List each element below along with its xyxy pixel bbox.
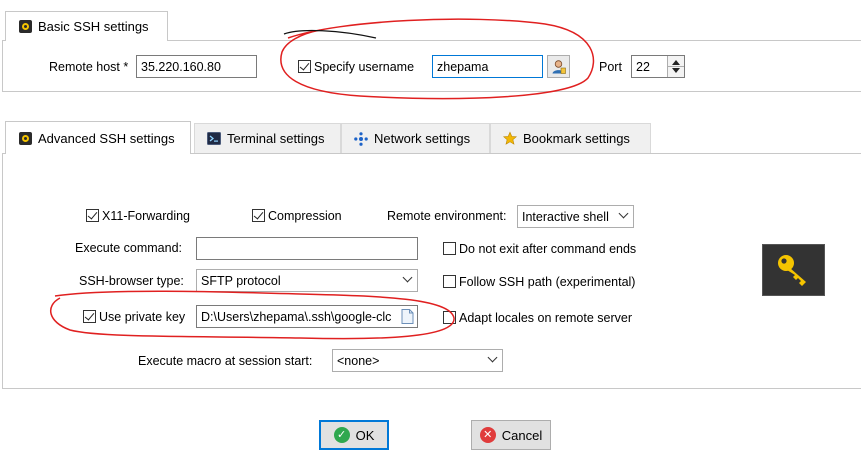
ssh-browser-type-select[interactable]: SFTP protocol <box>196 269 418 292</box>
cancel-x-icon: ✕ <box>479 427 496 443</box>
tab-label: Terminal settings <box>227 131 325 146</box>
checkmark-icon: ✓ <box>333 427 350 443</box>
x11-forwarding-checkbox[interactable] <box>86 209 99 222</box>
port-spinner[interactable] <box>667 56 684 77</box>
spinner-down-icon[interactable] <box>672 68 680 73</box>
tab-bookmark-settings[interactable]: Bookmark settings <box>490 123 651 153</box>
key-icon <box>18 20 32 34</box>
compression-checkbox[interactable] <box>252 209 265 222</box>
tab-label: Bookmark settings <box>523 131 630 146</box>
cancel-label: Cancel <box>501 427 543 443</box>
spinner-up-icon[interactable] <box>672 60 680 65</box>
remote-environment-select[interactable]: Interactive shell <box>517 205 634 228</box>
ssh-browser-type-label: SSH-browser type: <box>79 274 184 288</box>
remote-host-input[interactable]: 35.220.160.80 <box>136 55 257 78</box>
execute-command-label: Execute command: <box>75 241 182 255</box>
tab-label: Network settings <box>374 131 471 146</box>
big-key-icon <box>762 244 825 296</box>
adapt-locales-checkbox[interactable] <box>443 311 456 324</box>
black-scribble <box>283 29 377 39</box>
chevron-down-icon <box>618 208 629 219</box>
tab-network-settings[interactable]: Network settings <box>341 123 490 153</box>
user-icon[interactable] <box>547 55 570 78</box>
port-label: Port <box>599 60 622 74</box>
x11-forwarding-label: X11-Forwarding <box>102 209 191 223</box>
follow-ssh-path-label: Follow SSH path (experimental) <box>459 275 636 289</box>
port-input[interactable]: 22 <box>631 55 685 78</box>
specify-username-label: Specify username <box>314 60 415 74</box>
chevron-down-icon <box>487 352 498 363</box>
ok-label: OK <box>355 427 375 443</box>
network-icon <box>354 131 368 146</box>
adapt-locales-label: Adapt locales on remote server <box>459 311 633 325</box>
tab-label: Basic SSH settings <box>38 19 149 34</box>
execute-macro-label: Execute macro at session start: <box>138 354 313 368</box>
remote-environment-label: Remote environment: <box>387 209 507 223</box>
follow-ssh-path-checkbox[interactable] <box>443 275 456 288</box>
port-value: 22 <box>636 60 650 74</box>
username-input[interactable]: zhepama <box>432 55 543 78</box>
tab-advanced-ssh-settings[interactable]: Advanced SSH settings <box>5 121 191 154</box>
tab-terminal-settings[interactable]: Terminal settings <box>194 123 341 153</box>
compression-label: Compression <box>268 209 342 223</box>
tab-basic-ssh-settings[interactable]: Basic SSH settings <box>5 11 168 41</box>
private-key-input[interactable]: D:\Users\zhepama\.ssh\google-clc <box>196 305 418 328</box>
use-private-key-label: Use private key <box>99 310 186 324</box>
do-not-exit-checkbox[interactable] <box>443 242 456 255</box>
tab-label: Advanced SSH settings <box>38 130 175 146</box>
specify-username-checkbox[interactable] <box>298 60 311 73</box>
execute-macro-select[interactable]: <none> <box>332 349 503 372</box>
chevron-down-icon <box>402 272 413 283</box>
ok-button[interactable]: ✓ OK <box>319 420 389 450</box>
file-browse-icon[interactable] <box>401 309 414 324</box>
remote-host-label: Remote host * <box>49 60 129 74</box>
private-key-path: D:\Users\zhepama\.ssh\google-clc <box>201 310 392 324</box>
ssh-browser-type-value: SFTP protocol <box>201 274 281 288</box>
star-icon <box>503 131 517 146</box>
use-private-key-checkbox[interactable] <box>83 310 96 323</box>
do-not-exit-label: Do not exit after command ends <box>459 242 637 256</box>
execute-macro-value: <none> <box>337 354 380 368</box>
execute-command-input[interactable] <box>196 237 418 260</box>
key-icon <box>18 131 32 145</box>
cancel-button[interactable]: ✕ Cancel <box>471 420 551 450</box>
remote-environment-value: Interactive shell <box>522 210 609 224</box>
terminal-icon <box>207 132 221 146</box>
